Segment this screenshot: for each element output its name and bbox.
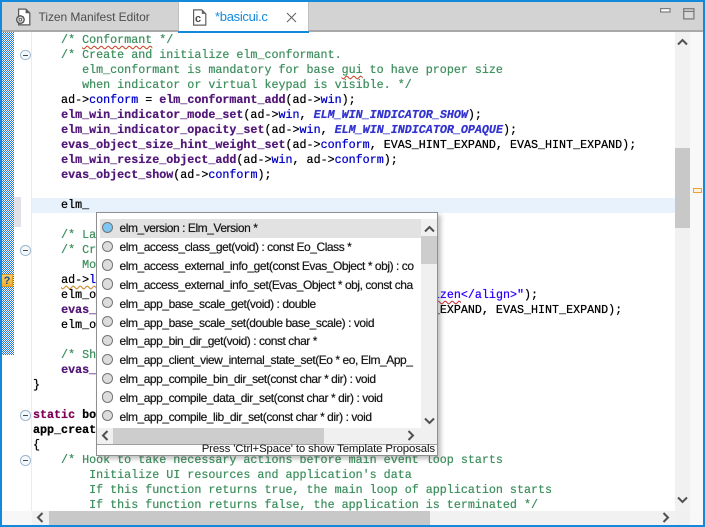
svg-text:c: c [195,13,201,25]
